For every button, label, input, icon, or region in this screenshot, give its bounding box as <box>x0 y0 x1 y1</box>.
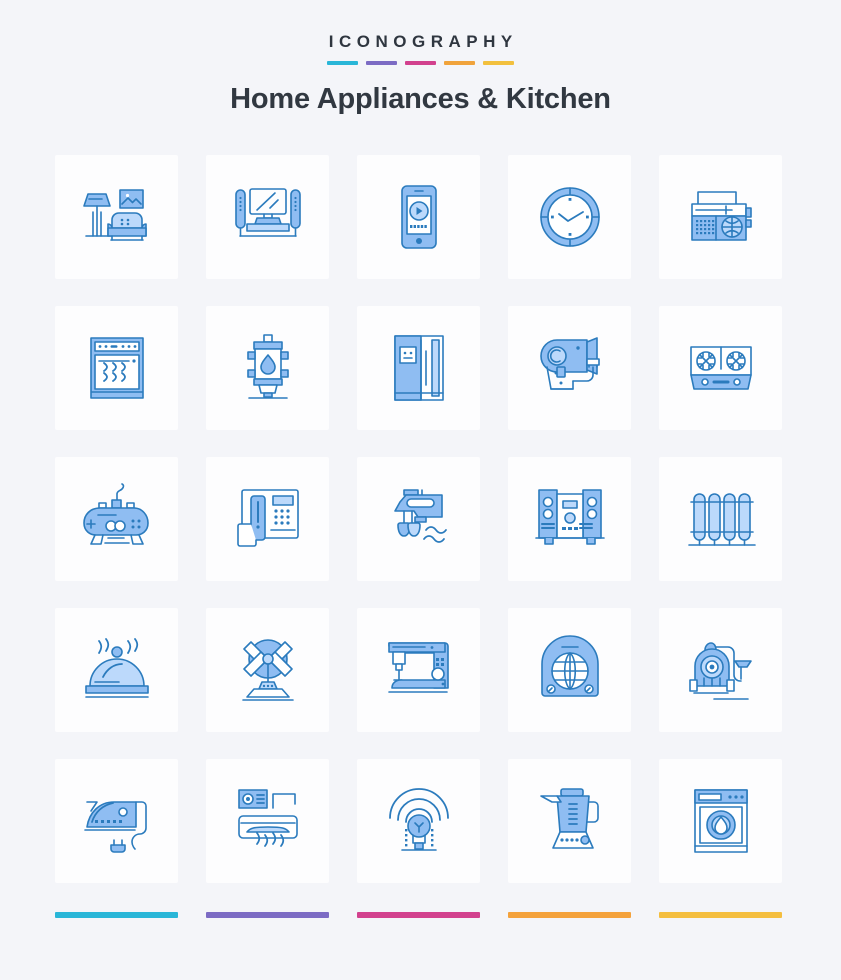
radiator-icon <box>687 493 756 546</box>
footer-accent-bars <box>55 912 787 918</box>
smart-bulb-icon <box>388 788 449 851</box>
footer-accent-bar-4 <box>508 912 631 918</box>
brand-accent-bar-4 <box>444 61 475 65</box>
wall-clock-icon <box>539 187 600 247</box>
icon-tile-television[interactable] <box>206 155 329 279</box>
icon-tile-clothes-iron[interactable] <box>55 759 178 883</box>
icon-tile-stereo-system[interactable] <box>508 457 631 581</box>
hair-dryer-icon <box>539 337 600 390</box>
smartphone-icon <box>400 185 437 249</box>
icon-tile-hand-mixer[interactable] <box>357 457 480 581</box>
footer-accent-bar-5 <box>659 912 782 918</box>
icon-tile-water-heater[interactable] <box>206 306 329 430</box>
footer-accent-bar-3 <box>357 912 480 918</box>
food-cloche-icon <box>84 638 149 698</box>
brand-wordmark: ICONOGRAPHY <box>328 32 518 51</box>
footer-accent-bar-2 <box>206 912 329 918</box>
icon-tile-oven[interactable] <box>55 306 178 430</box>
icon-tile-smart-bulb[interactable] <box>357 759 480 883</box>
vacuum-cleaner-icon <box>688 642 752 700</box>
icon-tile-room-heater[interactable] <box>508 608 631 732</box>
television-icon <box>234 188 301 237</box>
icon-tile-radiator[interactable] <box>659 457 782 581</box>
icon-tile-table-fan[interactable] <box>206 608 329 732</box>
page-title: Home Appliances & Kitchen <box>230 83 611 115</box>
table-fan-icon <box>241 639 294 701</box>
icon-tile-smartphone[interactable] <box>357 155 480 279</box>
sewing-machine-icon <box>387 642 449 693</box>
icon-tile-air-conditioner[interactable] <box>206 759 329 883</box>
telephone-icon <box>236 489 299 547</box>
icon-tile-telephone[interactable] <box>206 457 329 581</box>
blender-icon <box>539 788 599 849</box>
room-heater-icon <box>540 635 599 697</box>
brand-accent-bar-3 <box>405 61 436 65</box>
footer-accent-bar-1 <box>55 912 178 918</box>
stereo-system-icon <box>534 489 605 545</box>
brand-accent-bars <box>0 61 841 65</box>
icon-tile-hair-dryer[interactable] <box>508 306 631 430</box>
air-conditioner-icon <box>237 789 298 847</box>
oven-icon <box>89 337 144 399</box>
icon-set-poster: ICONOGRAPHY Home Appliances & Kitchen <box>0 0 841 980</box>
brand-header: ICONOGRAPHY <box>0 0 841 65</box>
icon-tile-refrigerator[interactable] <box>357 306 480 430</box>
game-controller-icon <box>82 483 149 545</box>
hand-mixer-icon <box>393 489 447 543</box>
icon-grid <box>55 155 787 883</box>
clothes-iron-icon <box>83 801 147 853</box>
icon-tile-sewing-machine[interactable] <box>357 608 480 732</box>
gas-stove-icon <box>689 346 752 390</box>
water-heater-icon <box>246 334 289 399</box>
brand-accent-bar-1 <box>327 61 358 65</box>
icon-tile-living-room[interactable] <box>55 155 178 279</box>
living-room-icon <box>82 189 147 241</box>
icon-tile-food-cloche[interactable] <box>55 608 178 732</box>
icon-tile-vacuum-cleaner[interactable] <box>659 608 782 732</box>
icon-tile-radio[interactable] <box>659 155 782 279</box>
brand-accent-bar-5 <box>483 61 514 65</box>
radio-icon <box>690 191 752 241</box>
icon-tile-game-controller[interactable] <box>55 457 178 581</box>
brand-accent-bar-2 <box>366 61 397 65</box>
icon-tile-gas-stove[interactable] <box>659 306 782 430</box>
icon-tile-washing-machine[interactable] <box>659 759 782 883</box>
refrigerator-icon <box>393 335 444 401</box>
icon-tile-blender[interactable] <box>508 759 631 883</box>
washing-machine-icon <box>693 789 748 853</box>
icon-tile-wall-clock[interactable] <box>508 155 631 279</box>
